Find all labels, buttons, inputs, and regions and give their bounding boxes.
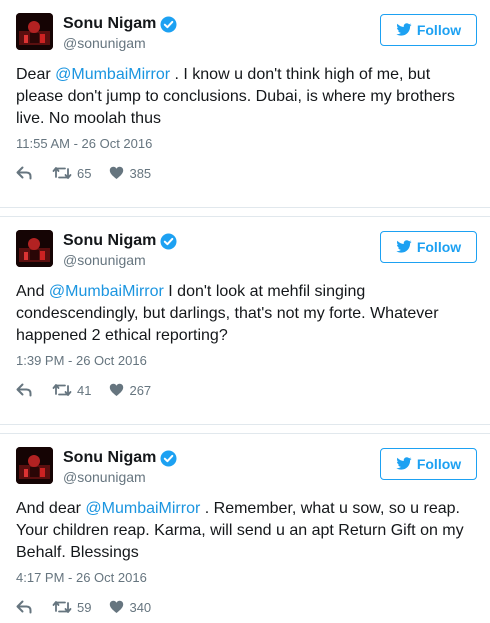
- like-button[interactable]: 267: [109, 383, 151, 398]
- mention-link[interactable]: @MumbaiMirror: [85, 500, 200, 517]
- reply-icon: [16, 166, 32, 180]
- display-name[interactable]: Sonu Nigam: [63, 232, 156, 250]
- avatar[interactable]: [16, 13, 53, 50]
- tweet-actions: 59 340: [16, 598, 169, 616]
- follow-button-label: Follow: [416, 456, 462, 472]
- reply-button[interactable]: [16, 600, 32, 614]
- twitter-bird-icon: [396, 457, 412, 471]
- timestamp[interactable]: 1:39 PM - 26 Oct 2016: [16, 353, 147, 368]
- follow-button[interactable]: Follow: [380, 14, 477, 46]
- reply-icon: [16, 600, 32, 614]
- display-name[interactable]: Sonu Nigam: [63, 449, 156, 467]
- tweet-text-part: Dear: [16, 66, 56, 83]
- retweet-icon: [52, 383, 72, 397]
- heart-icon: [109, 600, 124, 614]
- tweet-card: Sonu Nigam @sonunigam Follow And dear @M…: [0, 434, 490, 623]
- tweet-separator: [0, 207, 490, 217]
- tweet-text: And dear @MumbaiMirror . Remember, what …: [16, 498, 478, 564]
- author-row: Sonu Nigam: [63, 448, 177, 468]
- display-name[interactable]: Sonu Nigam: [63, 15, 156, 33]
- heart-icon: [109, 383, 124, 397]
- handle[interactable]: @sonunigam: [63, 35, 146, 51]
- retweet-button[interactable]: 59: [52, 600, 91, 615]
- tweet-text: And @MumbaiMirror I don't look at mehfil…: [16, 281, 478, 347]
- retweet-icon: [52, 166, 72, 180]
- twitter-bird-icon: [396, 23, 412, 37]
- retweet-button[interactable]: 65: [52, 166, 91, 181]
- tweet-actions: 41 267: [16, 381, 169, 399]
- retweet-button[interactable]: 41: [52, 383, 91, 398]
- follow-button[interactable]: Follow: [380, 448, 477, 480]
- retweet-count: 65: [77, 165, 92, 181]
- tweet-text: Dear @MumbaiMirror . I know u don't thin…: [16, 64, 478, 130]
- follow-button-label: Follow: [416, 22, 462, 38]
- tweet-text-part: And: [16, 283, 49, 300]
- twitter-bird-icon: [396, 240, 412, 254]
- like-count: 340: [129, 599, 152, 615]
- like-button[interactable]: 340: [109, 600, 151, 615]
- like-count: 267: [129, 382, 152, 398]
- author-row: Sonu Nigam: [63, 231, 177, 251]
- timestamp[interactable]: 4:17 PM - 26 Oct 2016: [16, 570, 147, 585]
- tweet-separator: [0, 424, 490, 434]
- verified-badge-icon: [160, 233, 177, 250]
- reply-button[interactable]: [16, 166, 32, 180]
- mention-link[interactable]: @MumbaiMirror: [49, 283, 164, 300]
- retweet-icon: [52, 600, 72, 614]
- like-count: 385: [129, 165, 152, 181]
- heart-icon: [109, 166, 124, 180]
- retweet-count: 41: [77, 382, 92, 398]
- timestamp[interactable]: 11:55 AM - 26 Oct 2016: [16, 136, 152, 151]
- author-row: Sonu Nigam: [63, 14, 177, 34]
- retweet-count: 59: [77, 599, 92, 615]
- follow-button-label: Follow: [416, 239, 462, 255]
- handle[interactable]: @sonunigam: [63, 252, 146, 268]
- mention-link[interactable]: @MumbaiMirror: [55, 66, 170, 83]
- tweet-text-part: And dear: [16, 500, 86, 517]
- handle[interactable]: @sonunigam: [63, 469, 146, 485]
- verified-badge-icon: [160, 16, 177, 33]
- tweet-card: Sonu Nigam @sonunigam Follow Dear @Mumba…: [0, 0, 490, 207]
- avatar[interactable]: [16, 230, 53, 267]
- reply-button[interactable]: [16, 383, 32, 397]
- reply-icon: [16, 383, 32, 397]
- tweet-card: Sonu Nigam @sonunigam Follow And @Mumbai…: [0, 217, 490, 424]
- tweet-actions: 65 385: [16, 164, 169, 182]
- avatar[interactable]: [16, 447, 53, 484]
- verified-badge-icon: [160, 450, 177, 467]
- follow-button[interactable]: Follow: [380, 231, 477, 263]
- like-button[interactable]: 385: [109, 166, 151, 181]
